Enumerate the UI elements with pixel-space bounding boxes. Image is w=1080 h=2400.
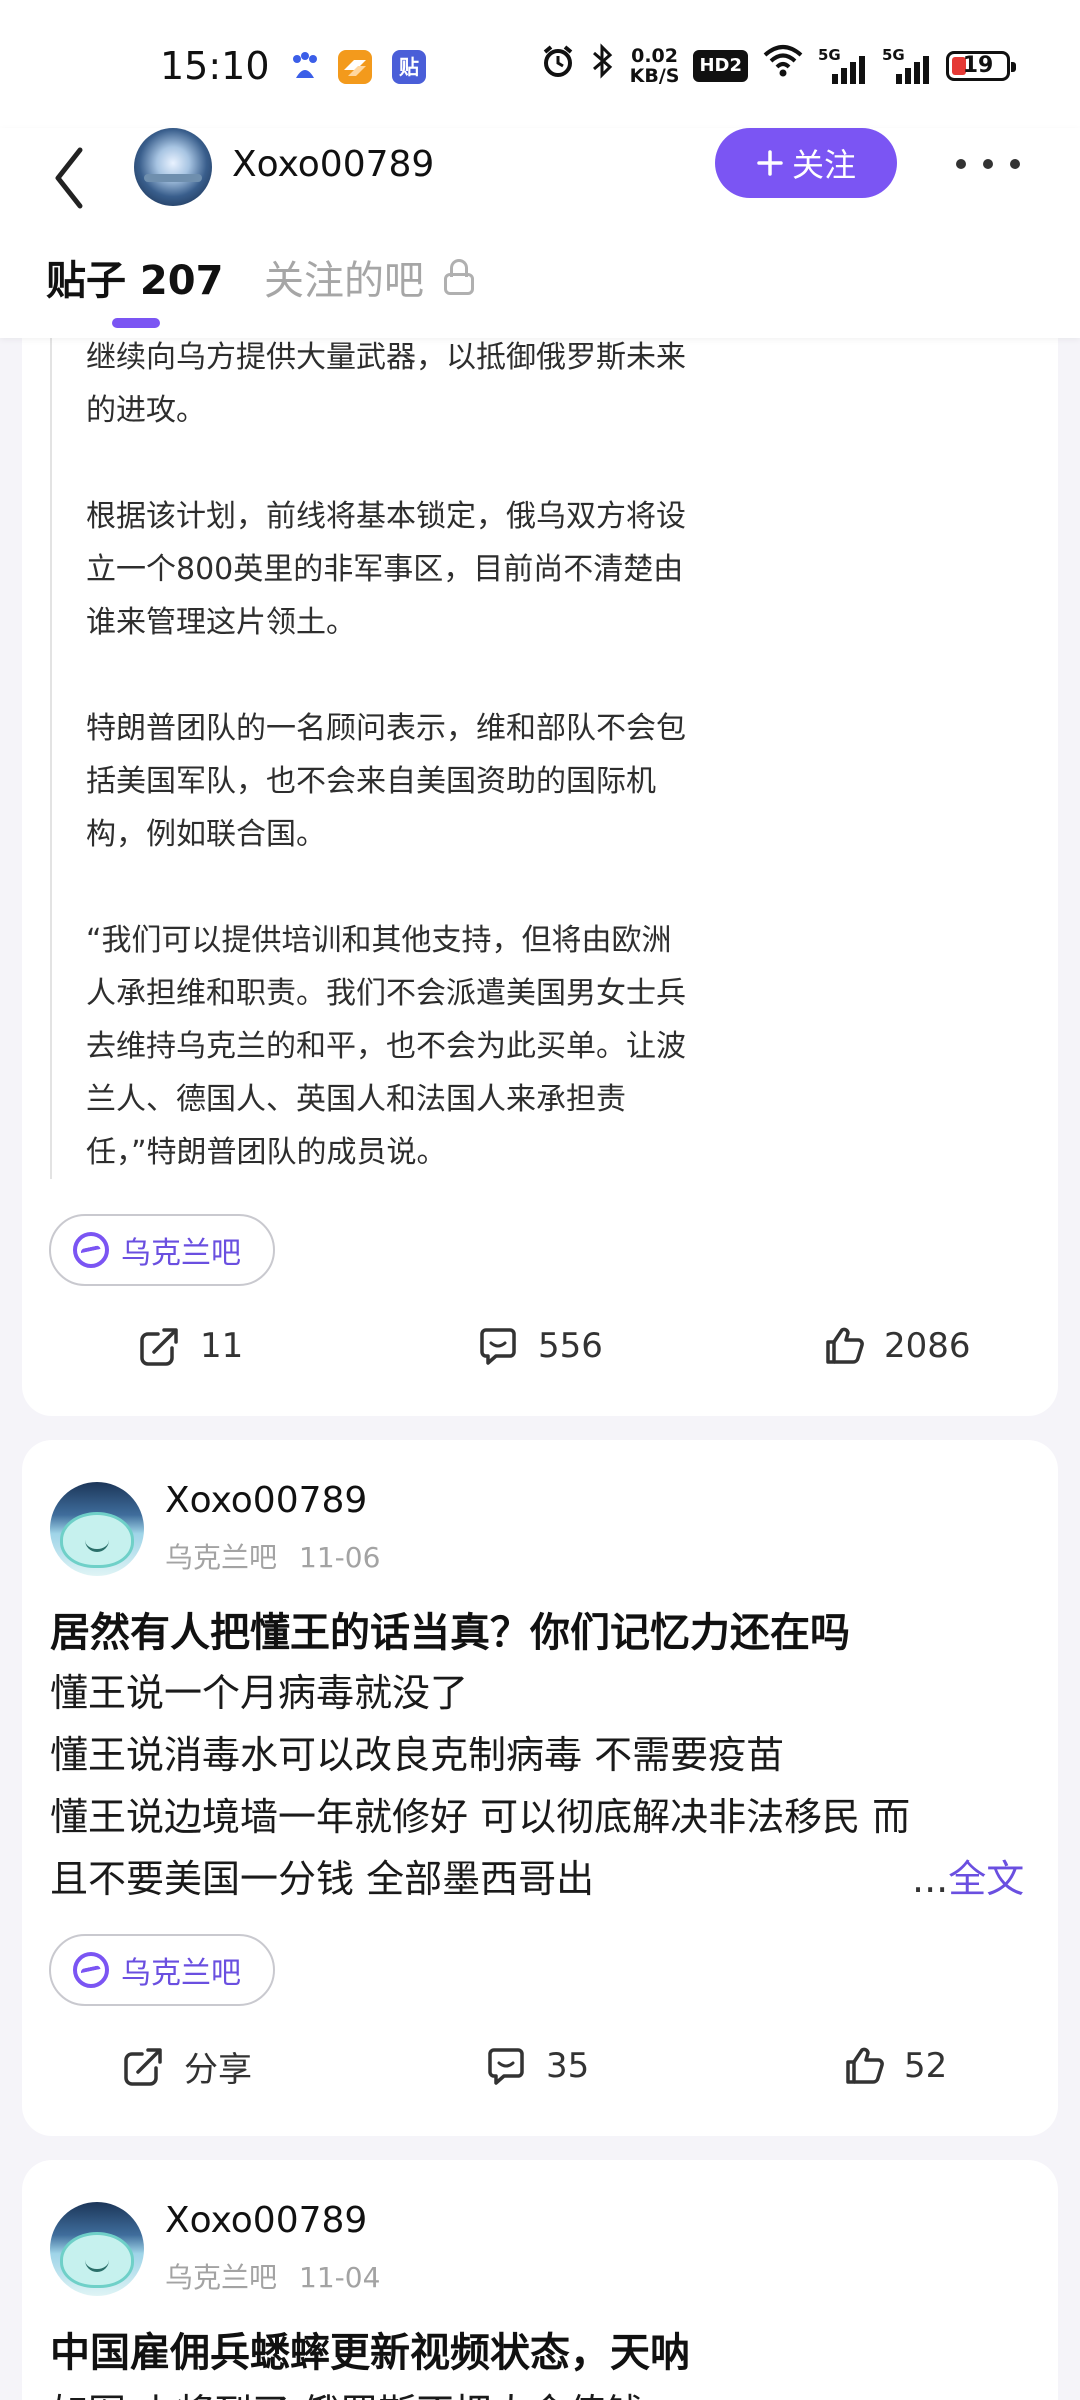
net-speed-value: 0.02	[631, 45, 678, 67]
lock-icon	[444, 259, 474, 295]
read-more-ellipsis: ...	[912, 1857, 949, 1901]
author-name[interactable]: Xoxo00789	[165, 1480, 367, 1521]
profile-header: Xoxo00789 关注 贴子 207 关注的吧	[0, 128, 1080, 338]
signal-2-icon: 5G	[882, 46, 932, 86]
quote-paragraph: “我们可以提供培训和其他支持，但将由欧洲人承担维和职责。我们不会派遣美国男女士兵…	[86, 923, 686, 1170]
share-count: 11	[200, 1326, 244, 1366]
tab-followed-bars-label: 关注的吧	[264, 258, 424, 304]
alarm-icon	[540, 43, 576, 90]
like-count: 52	[904, 2046, 948, 2086]
like-count: 2086	[884, 1326, 971, 1366]
share-button[interactable]: 分享	[122, 2036, 252, 2096]
post-meta: 乌克兰吧 11-06	[165, 1536, 380, 1576]
post-title[interactable]: 居然有人把懂王的话当真？你们记忆力还在吗	[50, 1600, 850, 1658]
back-button[interactable]	[46, 138, 96, 218]
post-body[interactable]: 懂王说一个月病毒就没了 懂王说消毒水可以改良克制病毒 不需要疫苗 懂王说边境墙一…	[50, 1662, 1050, 1910]
follow-button[interactable]: 关注	[715, 128, 897, 198]
post-actions: 分享 35 52	[22, 2036, 1058, 2096]
quote-paragraph: 根据该计划，前线将基本锁定，俄乌双方将设立一个800英里的非军事区，目前尚不清楚…	[86, 499, 686, 640]
post-body-line: 懂王说消毒水可以改良克制病毒 不需要疫苗	[50, 1733, 785, 1777]
dot-icon	[956, 159, 966, 169]
more-options-button[interactable]	[956, 154, 1020, 174]
post-card[interactable]: 至少20年内不加入北约，作为交换，美国将继续向乌方提供大量武器，以抵御俄罗斯未来…	[22, 300, 1058, 1416]
status-icons: 0.02 KB/S HD2 5G 5G 19	[540, 42, 1016, 90]
quote-paragraph: 特朗普团队的一名顾问表示，维和部队不会包括美国军队，也不会来自美国资助的国际机构…	[86, 711, 686, 852]
bar-tag-label: 乌克兰吧	[121, 1236, 241, 1271]
bar-tag-label: 乌克兰吧	[121, 1956, 241, 1991]
bluetooth-icon	[590, 42, 616, 90]
dot-icon	[1010, 159, 1020, 169]
post-body-line: 懂王说一个月病毒就没了	[50, 1671, 469, 1715]
bar-tag-button[interactable]: 乌克兰吧	[49, 1934, 275, 2006]
network-speed: 0.02 KB/S	[630, 46, 680, 86]
post-bar-name: 乌克兰吧	[165, 1541, 278, 1574]
signal-1-icon: 5G	[818, 46, 868, 86]
tieba-bar-icon	[73, 1232, 109, 1268]
wifi-icon	[762, 43, 804, 90]
post-body-line: 且不要美国一分钱 全部墨西哥出	[50, 1857, 595, 1901]
tieba-icon: 贴	[392, 50, 426, 84]
comment-count: 35	[546, 2046, 590, 2086]
comment-button[interactable]: 35	[484, 2036, 589, 2096]
post-meta: 乌克兰吧 11-04	[165, 2256, 380, 2296]
post-body-line: 懂王说边境墙一年就修好 可以彻底解决非法移民 而	[50, 1795, 911, 1839]
post-card[interactable]: Xoxo00789 乌克兰吧 11-04 中国雇佣兵蟋蟀更新视频状态，天呐 如图 …	[22, 2160, 1058, 2400]
follow-label: 关注	[791, 146, 856, 184]
comment-count: 556	[538, 1326, 603, 1366]
tab-followed-bars[interactable]: 关注的吧	[264, 248, 474, 306]
read-more-link[interactable]: ...全文	[912, 1848, 1024, 1903]
author-name[interactable]: Xoxo00789	[165, 2200, 367, 2241]
orange-app-icon	[338, 50, 372, 84]
share-label: 分享	[184, 2049, 252, 2090]
thumbs-up-icon	[826, 1327, 864, 1364]
author-avatar[interactable]	[50, 2202, 144, 2296]
chevron-left-icon	[55, 147, 83, 209]
status-bar: 15:10 贴 0.02 KB/S HD2 5G 5G 19	[0, 0, 1080, 128]
thumbs-up-icon	[846, 2047, 884, 2084]
like-button[interactable]: 52	[842, 2036, 947, 2096]
share-icon	[124, 2048, 162, 2086]
hd-voice-icon: HD2	[693, 50, 748, 82]
post-card[interactable]: Xoxo00789 乌克兰吧 11-06 居然有人把懂王的话当真？你们记忆力还在吗…	[22, 1440, 1058, 2136]
bar-tag-button[interactable]: 乌克兰吧	[49, 1214, 275, 1286]
share-icon	[140, 1328, 178, 1366]
quoted-content: 至少20年内不加入北约，作为交换，美国将继续向乌方提供大量武器，以抵御俄罗斯未来…	[50, 300, 690, 1179]
plus-icon	[757, 150, 783, 176]
comment-button[interactable]: 556	[476, 1316, 603, 1376]
tieba-bar-icon	[73, 1952, 109, 1988]
post-body[interactable]: 如图 上将到了 俄罗斯不把人命值钱	[50, 2382, 1050, 2400]
battery-level: 19	[962, 53, 994, 78]
comment-icon	[480, 1328, 516, 1365]
battery-icon: 19	[946, 51, 1016, 81]
post-date: 11-06	[299, 1541, 381, 1574]
post-bar-name: 乌克兰吧	[165, 2261, 278, 2294]
post-body-line: 如图 上将到了 俄罗斯不把人命值钱	[50, 2382, 1050, 2400]
post-title[interactable]: 中国雇佣兵蟋蟀更新视频状态，天呐	[50, 2320, 690, 2378]
tab-posts[interactable]: 贴子 207	[46, 248, 223, 306]
post-date: 11-04	[299, 2261, 381, 2294]
post-actions: 11 556 2086	[22, 1316, 1058, 1376]
tab-active-indicator	[112, 318, 160, 328]
header-username[interactable]: Xoxo00789	[232, 144, 434, 185]
avatar[interactable]	[134, 128, 212, 206]
read-more-label: 全文	[948, 1857, 1025, 1901]
baidu-icon	[288, 50, 322, 84]
status-time: 15:10	[160, 44, 270, 88]
like-button[interactable]: 2086	[822, 1316, 971, 1376]
net-speed-unit: KB/S	[629, 65, 680, 87]
share-button[interactable]: 11	[138, 1316, 243, 1376]
dot-icon	[983, 159, 993, 169]
comment-icon	[488, 2048, 524, 2085]
author-avatar[interactable]	[50, 1482, 144, 1576]
